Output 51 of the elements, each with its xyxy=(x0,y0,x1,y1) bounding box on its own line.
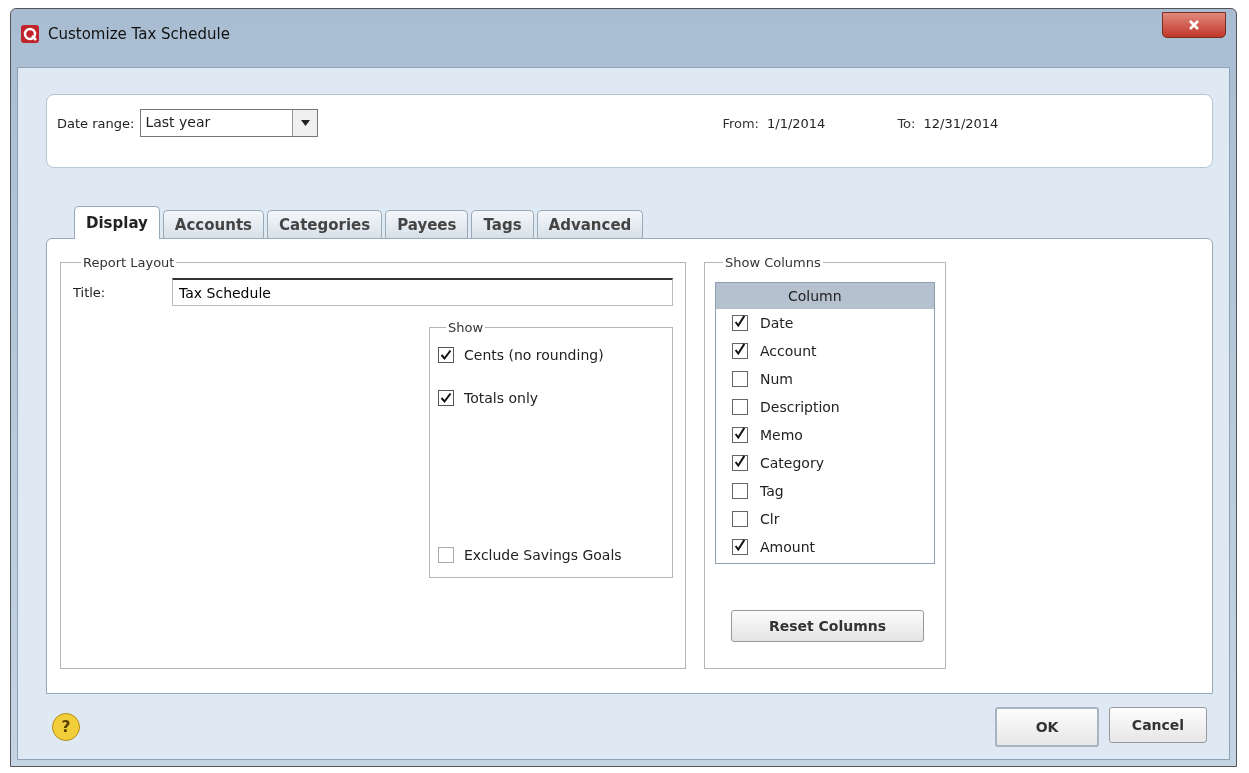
column-header: Column xyxy=(716,283,934,309)
from-date: 1/1/2014 xyxy=(767,115,826,131)
tab[interactable]: Advanced xyxy=(536,210,644,238)
checkbox[interactable] xyxy=(732,427,748,443)
tab[interactable]: Categories xyxy=(267,210,383,238)
dialog-button[interactable]: Cancel xyxy=(1109,706,1207,743)
checkbox-label: Exclude Savings Goals xyxy=(464,547,622,563)
column-name: Clr xyxy=(760,511,780,527)
close-button[interactable] xyxy=(1162,12,1226,38)
from-label: From: xyxy=(722,115,759,131)
checkbox[interactable] xyxy=(732,539,748,555)
checkbox[interactable] xyxy=(732,483,748,499)
column-name: Tag xyxy=(760,483,784,499)
title-label: Title: xyxy=(73,284,107,300)
checkbox[interactable] xyxy=(732,455,748,471)
column-name: Num xyxy=(760,371,793,387)
group-legend: Report Layout xyxy=(81,255,177,270)
reset-columns-button[interactable]: Reset Columns xyxy=(731,610,924,642)
column-name: Memo xyxy=(760,427,803,443)
title-field[interactable]: Tax Schedule xyxy=(172,278,673,306)
date-range-label: Date range: xyxy=(57,115,135,131)
window-title: Customize Tax Schedule xyxy=(48,25,231,43)
to-label: To: xyxy=(897,115,916,131)
app-logo-icon xyxy=(21,25,39,43)
checkbox[interactable] xyxy=(732,371,748,387)
checkbox[interactable] xyxy=(732,399,748,415)
checkbox[interactable] xyxy=(438,390,454,406)
checkbox-label: Cents (no rounding) xyxy=(464,347,604,363)
caret-icon xyxy=(300,120,310,126)
checkbox[interactable] xyxy=(732,511,748,527)
tab[interactable]: Tags xyxy=(471,210,534,238)
column-name: Date xyxy=(760,315,794,331)
checkbox[interactable] xyxy=(438,347,454,363)
column-name: Amount xyxy=(760,539,815,555)
checkbox-label: Totals only xyxy=(464,390,539,406)
column-name: Category xyxy=(760,455,824,471)
to-date: 12/31/2014 xyxy=(923,115,999,131)
date-range-dropdown[interactable]: Last year xyxy=(140,109,319,137)
tab[interactable]: Display xyxy=(74,206,160,239)
column-name: Account xyxy=(760,343,817,359)
column-name: Description xyxy=(760,399,840,415)
help-button[interactable]: ? xyxy=(52,712,80,741)
close-icon xyxy=(1188,19,1200,31)
group-legend: Show Columns xyxy=(723,255,823,270)
checkbox[interactable] xyxy=(438,547,454,563)
tab[interactable]: Accounts xyxy=(162,210,264,238)
group-legend: Show xyxy=(446,320,486,335)
dialog-button[interactable]: OK xyxy=(995,706,1099,747)
checkbox[interactable] xyxy=(732,315,748,331)
tab[interactable]: Payees xyxy=(385,210,469,238)
checkbox[interactable] xyxy=(732,343,748,359)
